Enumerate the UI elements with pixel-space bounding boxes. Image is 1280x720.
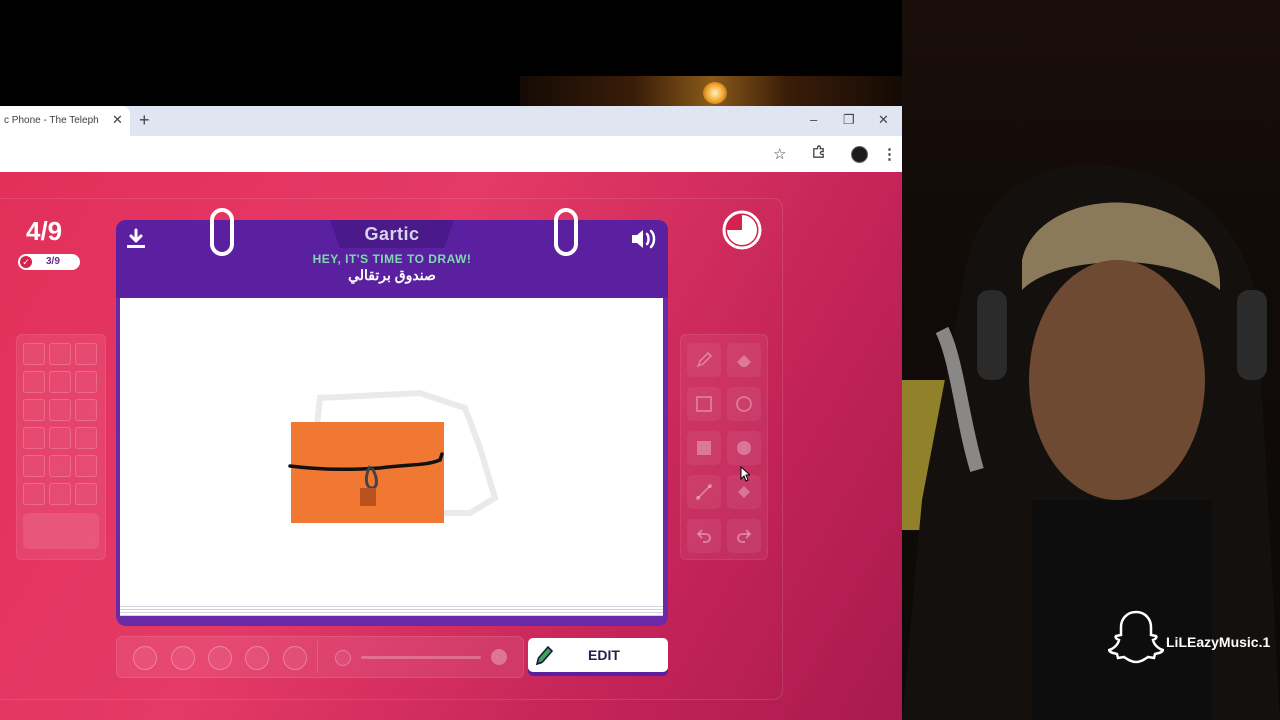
palette-swatch[interactable] xyxy=(23,483,45,505)
palette-swatch[interactable] xyxy=(23,399,45,421)
palette-swatch[interactable] xyxy=(75,455,97,477)
palette-swatch[interactable] xyxy=(23,371,45,393)
players-done-count: 3/9 xyxy=(46,256,60,267)
drawing-prompt: صندوق برتقالي xyxy=(348,267,436,283)
stroke-size-option[interactable] xyxy=(208,646,232,670)
browser-toolbar: ☆ ⋮ xyxy=(0,136,902,173)
palette-swatch[interactable] xyxy=(75,343,97,365)
snapchat-ghost-icon xyxy=(1107,608,1165,671)
edit-button[interactable]: EDIT xyxy=(528,638,668,672)
notebook-ring xyxy=(210,208,234,256)
line-icon[interactable] xyxy=(687,475,721,509)
opacity-slider[interactable] xyxy=(361,656,481,659)
restore-button[interactable]: ❐ xyxy=(843,112,855,128)
palette-swatch[interactable] xyxy=(49,455,71,477)
browser-tab[interactable]: c Phone - The Telephone G ✕ xyxy=(0,106,130,136)
tab-close-icon[interactable]: ✕ xyxy=(112,112,123,128)
timer-icon xyxy=(722,210,762,250)
notebook-pages xyxy=(120,604,663,616)
ceiling-light xyxy=(703,82,727,104)
streamer-handle: LiLEazyMusic.1 xyxy=(1166,634,1271,650)
palette-swatch[interactable] xyxy=(23,343,45,365)
rectangle-outline-icon[interactable] xyxy=(687,387,721,421)
opacity-min-icon xyxy=(335,650,351,666)
palette-swatch[interactable] xyxy=(49,399,71,421)
stroke-size-option[interactable] xyxy=(133,646,157,670)
lock-body-drawing xyxy=(360,488,376,506)
circle-outline-icon[interactable] xyxy=(727,387,761,421)
current-color-swatch[interactable] xyxy=(23,513,99,549)
browser-menu-icon[interactable]: ⋮ xyxy=(882,145,897,163)
redo-icon[interactable] xyxy=(727,519,761,553)
close-window-button[interactable]: ✕ xyxy=(878,112,889,128)
new-tab-button[interactable]: + xyxy=(139,110,150,131)
gartic-logo: Gartic xyxy=(364,224,420,244)
notebook-ring xyxy=(554,208,578,256)
rectangle-filled-icon[interactable] xyxy=(687,431,721,465)
streamer-silhouette xyxy=(902,164,1280,720)
game-area: 4/9 ✓ 3/9 Gartic HEY, IT'S TIME TO DRAW!… xyxy=(0,172,902,720)
extensions-icon[interactable] xyxy=(811,145,826,164)
stroke-size-option[interactable] xyxy=(171,646,195,670)
round-counter: 4/9 xyxy=(26,216,63,246)
players-done-badge: ✓ 3/9 xyxy=(18,254,80,270)
pencil-icon[interactable] xyxy=(687,343,721,377)
drawing-canvas[interactable] xyxy=(120,298,663,604)
webcam-feed xyxy=(902,0,1280,720)
eraser-icon[interactable] xyxy=(727,343,761,377)
palette-swatch[interactable] xyxy=(23,455,45,477)
palette-swatch[interactable] xyxy=(75,427,97,449)
palette-swatch[interactable] xyxy=(75,399,97,421)
brush-settings-bar xyxy=(116,636,524,678)
palette-swatch[interactable] xyxy=(49,483,71,505)
bookmark-star-icon[interactable]: ☆ xyxy=(773,145,786,163)
palette-swatch[interactable] xyxy=(23,427,45,449)
browser-tab-bar: c Phone - The Telephone G ✕ + – ❐ ✕ xyxy=(0,106,902,136)
undo-icon[interactable] xyxy=(687,519,721,553)
opacity-slider-handle[interactable] xyxy=(491,649,507,665)
divider xyxy=(317,641,318,673)
tab-title: c Phone - The Telephone G xyxy=(4,115,99,126)
check-icon: ✓ xyxy=(20,256,32,268)
stroke-size-option[interactable] xyxy=(245,646,269,670)
profile-avatar[interactable] xyxy=(851,146,868,163)
palette-swatch[interactable] xyxy=(49,371,71,393)
edit-button-label: EDIT xyxy=(588,647,620,663)
pencil-icon xyxy=(534,643,554,672)
palette-swatch[interactable] xyxy=(49,343,71,365)
stroke-size-option[interactable] xyxy=(283,646,307,670)
color-palette xyxy=(16,334,106,560)
palette-swatch[interactable] xyxy=(75,371,97,393)
instruction-title: HEY, IT'S TIME TO DRAW! xyxy=(312,252,472,266)
drawing-tools xyxy=(680,334,768,560)
palette-swatch[interactable] xyxy=(49,427,71,449)
circle-filled-icon[interactable] xyxy=(727,431,761,465)
minimize-button[interactable]: – xyxy=(810,112,817,127)
palette-swatch[interactable] xyxy=(75,483,97,505)
mouse-cursor-icon xyxy=(740,465,752,487)
